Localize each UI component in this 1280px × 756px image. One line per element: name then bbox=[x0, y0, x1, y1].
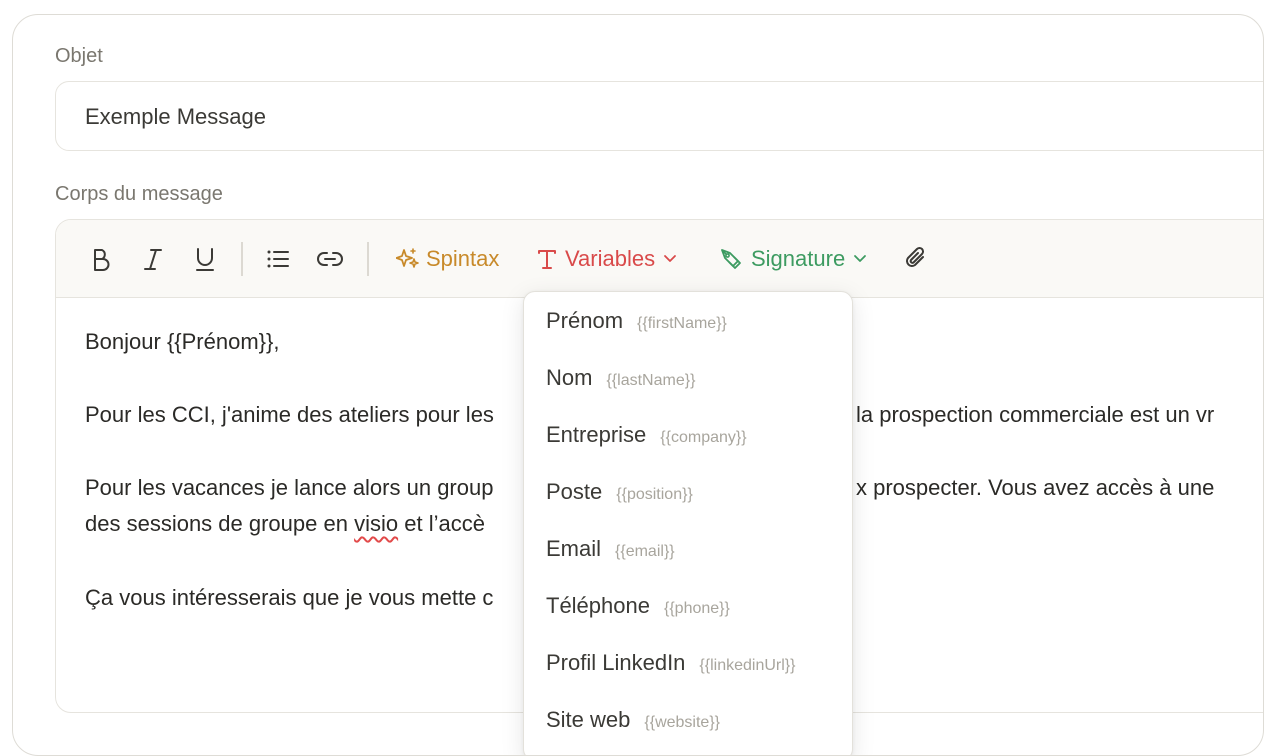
body-text-segment: et l’accè bbox=[404, 511, 485, 536]
variable-option-label: Nom bbox=[546, 365, 593, 390]
variable-option-label: Prénom bbox=[546, 308, 624, 333]
message-card: Objet Exemple Message Corps du message S… bbox=[12, 14, 1264, 756]
variables-label: Variables bbox=[565, 246, 656, 271]
link-button[interactable] bbox=[317, 220, 343, 298]
subject-input[interactable]: Exemple Message bbox=[55, 81, 1263, 151]
sparkles-icon bbox=[396, 248, 419, 268]
variable-option-token: {{position}} bbox=[616, 486, 693, 503]
signature-button[interactable]: Signature bbox=[719, 220, 867, 298]
variable-option[interactable]: Site web {{website}} bbox=[546, 707, 720, 747]
variable-option[interactable]: Entreprise {{company}} bbox=[546, 422, 747, 462]
toolbar-divider bbox=[241, 242, 243, 276]
editor-toolbar: Spintax Variables Signature bbox=[56, 220, 1263, 298]
toolbar-divider bbox=[367, 242, 369, 276]
variable-option-label: Poste bbox=[546, 479, 603, 504]
pen-tool-icon bbox=[721, 249, 741, 269]
body-paragraph: des sessions de groupe en visio et l’acc… bbox=[85, 506, 485, 542]
link-icon bbox=[317, 252, 343, 266]
variable-option-token: {{phone}} bbox=[663, 600, 730, 617]
spintax-label: Spintax bbox=[426, 246, 500, 271]
underline-button[interactable] bbox=[194, 220, 216, 298]
body-paragraph: Ça vous intéresserais que je vous mette … bbox=[85, 585, 494, 610]
variables-button[interactable]: Variables bbox=[537, 220, 677, 298]
body-greeting: Bonjour {{Prénom}}, bbox=[85, 329, 280, 354]
italic-icon bbox=[144, 249, 162, 270]
subject-label: Objet bbox=[55, 45, 103, 67]
body-paragraph: Pour les CCI, j'anime des ateliers pour … bbox=[85, 402, 494, 427]
body-label: Corps du message bbox=[55, 183, 223, 205]
variable-option-label: Entreprise bbox=[546, 422, 647, 447]
variable-option[interactable]: Téléphone {{phone}} bbox=[546, 593, 730, 633]
variable-option-token: {{email}} bbox=[615, 543, 675, 560]
variable-option[interactable]: Poste {{position}} bbox=[546, 479, 693, 519]
bold-button[interactable] bbox=[90, 220, 112, 298]
body-paragraph: la prospection commerciale est un vr bbox=[856, 402, 1215, 427]
signature-label: Signature bbox=[751, 246, 846, 271]
subject-value[interactable]: Exemple Message bbox=[85, 104, 266, 130]
variables-dropdown: Prénom {{firstName}} Nom {{lastName}} En… bbox=[523, 291, 853, 755]
variable-option-token: {{lastName}} bbox=[606, 372, 696, 389]
variable-option[interactable]: Prénom {{firstName}} bbox=[546, 308, 727, 348]
variable-option-token: {{linkedinUrl}} bbox=[699, 657, 796, 674]
bold-icon bbox=[94, 249, 110, 271]
body-paragraph: Pour les vacances je lance alors un grou… bbox=[85, 475, 494, 500]
variable-option-token: {{company}} bbox=[660, 429, 747, 446]
variable-option-label: Téléphone bbox=[546, 593, 650, 618]
variable-option-token: {{firstName}} bbox=[637, 315, 727, 332]
bullet-list-button[interactable] bbox=[266, 220, 290, 298]
chevron-down-icon bbox=[664, 255, 676, 262]
variable-option-token: {{website}} bbox=[644, 714, 721, 731]
spintax-button[interactable]: Spintax bbox=[396, 220, 499, 298]
underline-icon bbox=[196, 248, 214, 271]
list-icon bbox=[267, 250, 289, 268]
variable-option-label: Email bbox=[546, 536, 602, 561]
variable-option[interactable]: Profil LinkedIn {{linkedinUrl}} bbox=[546, 650, 796, 690]
text-type-icon bbox=[538, 250, 556, 269]
variable-option-label: Profil LinkedIn bbox=[546, 650, 686, 675]
italic-button[interactable] bbox=[142, 220, 164, 298]
body-paragraph: x prospecter. Vous avez accès à une bbox=[856, 475, 1215, 500]
attachment-button[interactable] bbox=[904, 220, 928, 298]
variable-option[interactable]: Nom {{lastName}} bbox=[546, 365, 695, 405]
body-text-segment: des sessions de groupe en bbox=[85, 511, 348, 536]
chevron-down-icon bbox=[854, 255, 867, 262]
spellcheck-word[interactable]: visio bbox=[354, 511, 398, 536]
paperclip-icon bbox=[906, 246, 925, 267]
variable-option[interactable]: Email {{email}} bbox=[546, 536, 675, 576]
variable-option-label: Site web bbox=[546, 707, 631, 732]
